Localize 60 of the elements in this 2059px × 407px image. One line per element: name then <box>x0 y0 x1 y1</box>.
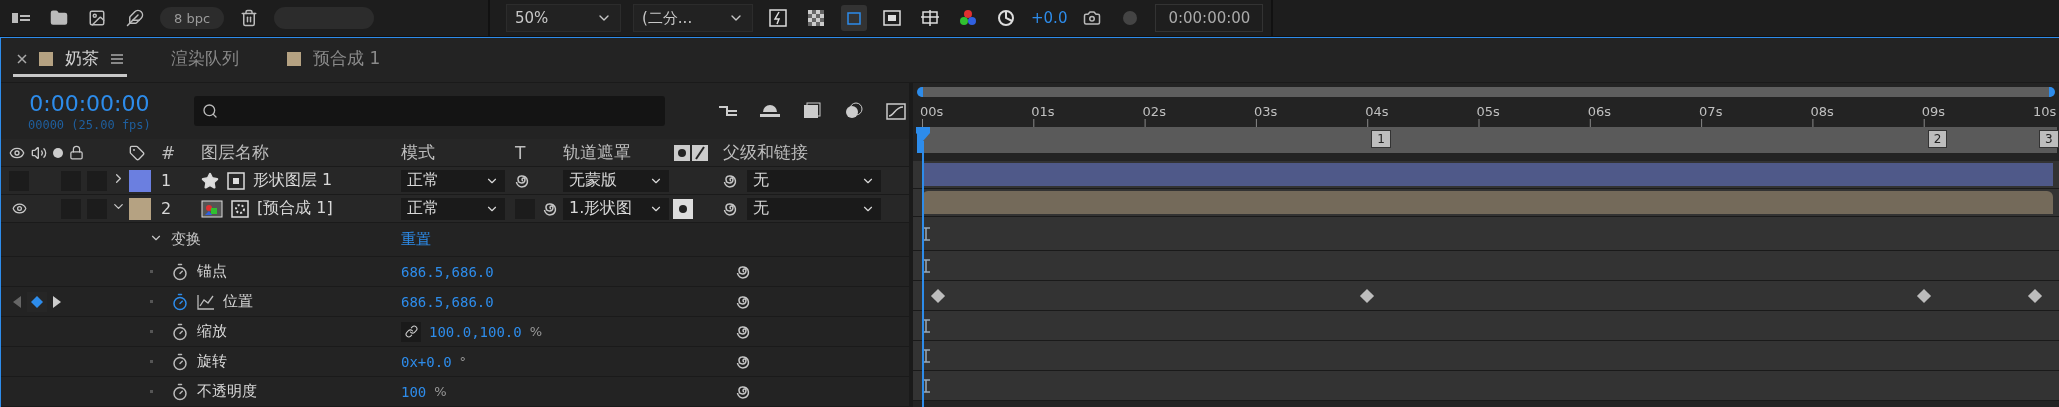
property-value[interactable]: 0x+0.0 <box>401 353 452 370</box>
current-time[interactable]: 0:00:00:00 <box>29 90 150 116</box>
time-ruler[interactable]: 00s 01s 02s 03s 04s 05s 06s 07s 08s 09s 10s <box>922 101 2059 127</box>
tick-label: 04s <box>1365 104 1389 119</box>
track-matte-dropdown[interactable]: 1.形状图 <box>563 197 669 220</box>
bit-depth-button[interactable]: 8 bpc <box>160 7 225 29</box>
tick-label: 01s <box>1031 104 1055 119</box>
exposure-value[interactable]: +0.0 <box>1031 9 1068 27</box>
layer-name[interactable]: 形状图层 1 <box>253 170 333 191</box>
tick-label: 00s <box>920 104 944 119</box>
frame-info: 00000 (25.00 fps) <box>27 117 151 132</box>
timecode-field[interactable]: 0:00:00:00 <box>1155 4 1264 32</box>
comp-marker[interactable]: 2 <box>1927 130 1948 148</box>
property-value[interactable]: 100.0,100.0 <box>429 323 522 340</box>
resolution-dropdown[interactable]: (二分... <box>633 4 753 32</box>
track-matte-dropdown[interactable]: 无蒙版 <box>563 169 669 192</box>
property-name: 不透明度 <box>197 382 257 401</box>
layer-number: 1 <box>161 171 173 190</box>
comp-marker[interactable]: 3 <box>2039 130 2059 148</box>
mode-dropdown[interactable]: 正常 <box>401 197 505 220</box>
unit-label: % <box>434 384 447 399</box>
property-name: 旋转 <box>197 352 227 371</box>
property-name: 位置 <box>223 292 253 311</box>
property-name: 锚点 <box>197 262 227 281</box>
property-name: 缩放 <box>197 322 227 341</box>
tab-label[interactable]: 奶茶 <box>65 47 99 70</box>
composition-tab[interactable]: 渲染队列 <box>167 43 243 77</box>
group-label[interactable]: 变换 <box>171 230 401 249</box>
column-header[interactable]: T <box>515 142 563 163</box>
tick-label: 09s <box>1921 104 1945 119</box>
column-header[interactable]: 父级和链接 <box>723 141 903 164</box>
property-value[interactable]: 100 <box>401 383 427 400</box>
unit-label: ° <box>459 354 467 369</box>
property-value[interactable]: 686.5,686.0 <box>401 263 494 280</box>
column-header[interactable]: # <box>161 142 201 163</box>
tick-label: 06s <box>1587 104 1612 119</box>
property-value[interactable]: 686.5,686.0 <box>401 293 494 310</box>
zoom-dropdown[interactable]: 50% <box>506 4 621 32</box>
layer-number: 2 <box>161 199 173 218</box>
column-header[interactable]: 图层名称 <box>201 141 401 164</box>
mode-dropdown[interactable]: 正常 <box>401 169 505 192</box>
parent-dropdown[interactable]: 无 <box>747 169 881 192</box>
work-area-bar[interactable]: 1 2 3 <box>917 127 2057 153</box>
tick-label: 08s <box>1810 104 1834 119</box>
reset-link[interactable]: 重置 <box>401 230 736 249</box>
comp-marker[interactable]: 1 <box>1371 130 1391 148</box>
column-header[interactable]: 轨道遮罩 <box>563 141 673 164</box>
tab-label[interactable]: 渲染队列 <box>171 47 239 70</box>
parent-dropdown[interactable]: 无 <box>747 197 881 220</box>
column-header[interactable]: 模式 <box>401 141 515 164</box>
tick-label: 02s <box>1142 104 1166 119</box>
tab-label[interactable]: 预合成 1 <box>313 47 381 70</box>
composition-tab[interactable]: 预合成 1 <box>283 43 385 77</box>
tick-label: 05s <box>1476 104 1500 119</box>
unit-label: % <box>529 324 543 339</box>
composition-tab[interactable]: 奶茶 <box>13 43 127 77</box>
tick-label: 10s <box>2033 104 2057 119</box>
tick-label: 03s <box>1253 104 1278 119</box>
layer-name[interactable]: [预合成 1] <box>257 198 333 219</box>
tick-label: 07s <box>1699 104 1723 119</box>
